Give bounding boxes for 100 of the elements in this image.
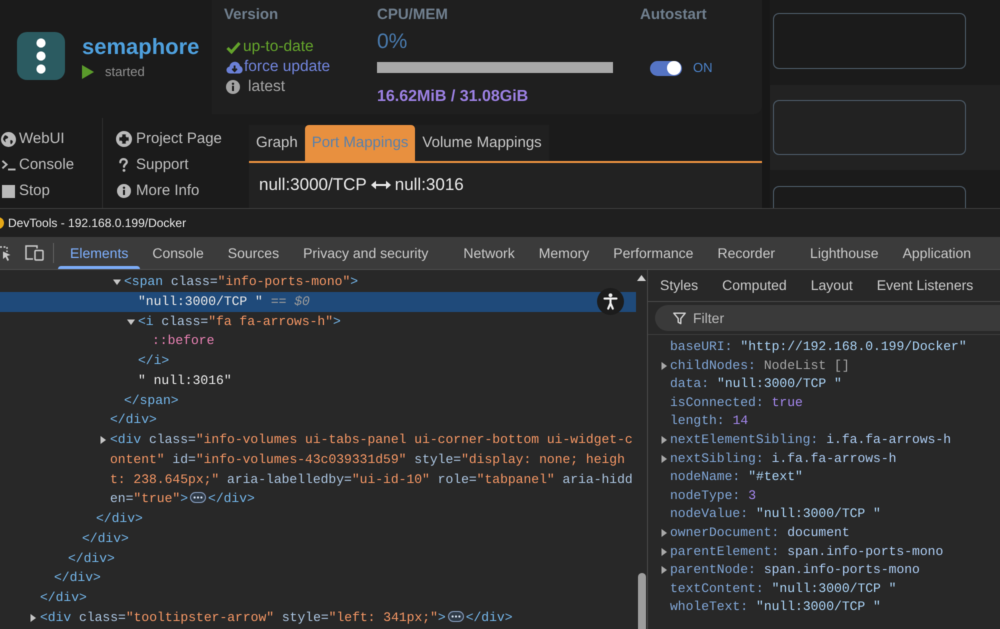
property-name: length: — [670, 412, 725, 430]
autostart-toggle[interactable] — [650, 60, 682, 76]
ellipsis-icon[interactable] — [190, 492, 206, 504]
property-name: isConnected: — [670, 394, 764, 412]
lifebuoy-icon — [116, 131, 132, 147]
property-value: i.fa.fa-arrows-h — [826, 430, 952, 449]
info-link[interactable]: Project Page — [136, 129, 222, 149]
selection-reference: == $0 — [270, 294, 310, 309]
property-value: "#text" — [748, 468, 803, 486]
update-status: up-to-date — [243, 37, 314, 57]
tab[interactable]: Volume Mappings — [415, 125, 549, 161]
autostart-state: ON — [693, 60, 712, 76]
sidebar-tab[interactable]: Layout — [798, 270, 865, 301]
property-value: document — [787, 524, 850, 542]
devtools-tab[interactable]: Network — [451, 237, 527, 269]
property-value: "null:3000/TCP " — [756, 505, 881, 524]
filter-field[interactable]: Filter — [655, 305, 1000, 331]
property-name: wholeText: — [670, 598, 748, 616]
info-icon — [226, 80, 240, 94]
caret-right-icon[interactable] — [660, 566, 668, 574]
caret-right-icon[interactable] — [660, 454, 668, 463]
host-port: null:3016 — [394, 175, 464, 195]
caret-right-icon[interactable] — [660, 528, 668, 537]
caret-right-icon[interactable] — [29, 614, 37, 622]
sidebar-tab[interactable]: Event Listeners — [864, 270, 986, 301]
devtools-tab[interactable]: Sources — [216, 237, 292, 269]
property-name: nodeValue: — [670, 505, 748, 524]
filter-icon — [673, 312, 686, 325]
devtools-tab[interactable]: Console — [140, 237, 216, 269]
info-link[interactable]: More Info — [136, 181, 200, 201]
property-name: baseURI: — [670, 338, 732, 356]
property-value: i.fa.fa-arrows-h — [772, 450, 896, 468]
closing-tag: </div> — [82, 530, 129, 546]
stop-icon — [2, 184, 15, 198]
action-link[interactable]: Stop — [19, 181, 50, 201]
devtools-tab[interactable]: Performance — [601, 237, 706, 269]
devtools-tab[interactable]: Elements — [58, 237, 140, 269]
devtools-tab[interactable]: Recorder — [705, 237, 798, 269]
closing-tag: </div> — [110, 412, 157, 428]
column-heading: Autostart — [640, 5, 707, 25]
caret-right-icon[interactable] — [660, 362, 668, 370]
scrollbar-thumb[interactable] — [638, 573, 646, 629]
sidebar-tab[interactable]: Computed — [710, 270, 799, 301]
favicon-icon — [0, 217, 4, 229]
info-icon — [116, 184, 130, 198]
inspect-icon[interactable] — [0, 244, 11, 262]
memory-usage: 16.62MiB / 31.08GiB — [377, 88, 528, 106]
property-name: parentNode: — [670, 561, 756, 580]
collapsed-element[interactable]: <div class="info-volumes ui-tabs-panel ui-corner-bottom ui-widget-content" id="info-volumes-43c039331d59" style="display: none; height: 238.645px;" aria-labelledby="ui-id-10" role="tabpanel" aria-hidden="true"> </div> — [110, 430, 636, 509]
property-value: "http://192.168.0.199/Docker" — [740, 338, 967, 356]
window-title: DevTools - 192.168.0.199/Docker — [8, 215, 186, 232]
column-heading: Version — [224, 5, 278, 25]
question-mark-icon — [119, 158, 128, 172]
property-value: true — [772, 394, 803, 412]
tab[interactable]: Graph — [249, 125, 305, 161]
sidebar-tab[interactable]: Styles — [648, 270, 710, 301]
version-tag: latest — [248, 77, 286, 97]
scroll-up-arrow-icon[interactable] — [637, 275, 646, 281]
caret-right-icon[interactable] — [660, 436, 668, 444]
force-update-link[interactable]: force update — [244, 57, 330, 77]
property-value: "null:3000/TCP " — [717, 375, 842, 394]
property-value: "null:3000/TCP " — [756, 598, 881, 616]
caret-down-icon[interactable] — [127, 318, 135, 326]
devtools-tab[interactable]: Memory — [526, 237, 602, 269]
closing-tag: </i> — [138, 353, 170, 368]
opening-tag: <i class="fa fa-arrows-h"> — [138, 314, 341, 328]
column-heading: CPU/MEM — [377, 5, 448, 25]
quoted-text: "null:3000/TCP " — [138, 294, 263, 309]
property-value: span.info-ports-mono — [764, 561, 920, 580]
property-name: nextSibling: — [670, 450, 764, 468]
property-name: nextElementSibling: — [670, 430, 818, 449]
container-status: started — [105, 64, 145, 80]
action-link[interactable]: WebUI — [19, 129, 65, 149]
quoted-text: " null:3016" — [138, 372, 232, 388]
accessibility-icon[interactable] — [597, 288, 624, 315]
property-value: span.info-ports-mono — [787, 542, 944, 561]
devtools-tab[interactable]: Application — [890, 237, 984, 269]
play-icon — [82, 65, 94, 79]
property-value: 3 — [748, 486, 756, 505]
action-link[interactable]: Console — [19, 155, 74, 175]
devtools-tab[interactable]: Privacy and security — [291, 237, 452, 269]
terminal-icon — [1, 159, 16, 171]
container-port: null:3000/TCP — [259, 175, 367, 195]
opening-tag: <span class="info-ports-mono"> — [124, 274, 358, 289]
closing-tag: </div> — [40, 590, 87, 605]
property-name: ownerDocument: — [670, 524, 780, 542]
container-name: semaphore — [82, 34, 200, 60]
property-value: NodeList [] — [764, 356, 850, 375]
caret-right-icon[interactable] — [660, 548, 668, 556]
ellipsis-icon[interactable] — [448, 610, 464, 622]
info-link[interactable]: Support — [136, 155, 189, 175]
property-name: textContent: — [670, 580, 764, 598]
closing-tag: </div> — [68, 550, 115, 566]
collapsed-element[interactable]: <div class="tooltipster-arrow" style="left: 341px;"> </div> — [40, 608, 636, 628]
caret-right-icon[interactable] — [99, 436, 107, 444]
devtools-tab[interactable]: Lighthouse — [798, 237, 891, 269]
property-name: data: — [670, 375, 710, 394]
caret-down-icon[interactable] — [113, 278, 121, 286]
pseudo-element: ::before — [152, 333, 214, 348]
device-toolbar-icon[interactable] — [25, 245, 44, 261]
